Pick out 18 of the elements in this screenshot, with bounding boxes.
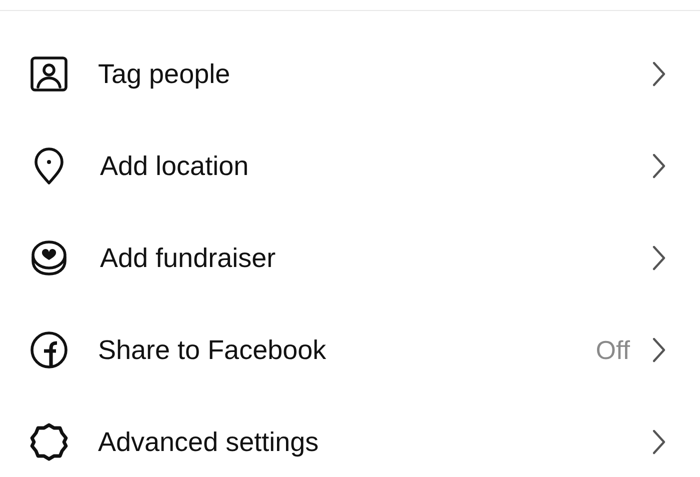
setting-value: Off — [596, 334, 630, 366]
menu-label: Share to Facebook — [98, 334, 328, 366]
menu-item[interactable]: Add fundraiser — [0, 212, 700, 304]
menu-label: Add location — [100, 150, 250, 182]
menu-item[interactable]: Tag people — [0, 28, 700, 120]
menu-item[interactable]: Add location — [0, 120, 700, 212]
menu-label: Add fundraiser — [100, 242, 277, 274]
chevron-icon — [652, 429, 666, 455]
menu-label: Advanced settings — [98, 426, 320, 458]
chevron-icon — [652, 337, 666, 363]
menu-label: Tag people — [98, 58, 232, 90]
facebook-icon — [28, 329, 70, 371]
chevron-icon — [652, 245, 666, 271]
menu-item[interactable]: Advanced settings — [0, 396, 700, 477]
settings-icon — [28, 421, 70, 463]
chevron-icon — [652, 61, 666, 87]
menu-item[interactable]: Share to Facebook Off — [0, 304, 700, 396]
chevron-icon — [652, 153, 666, 179]
